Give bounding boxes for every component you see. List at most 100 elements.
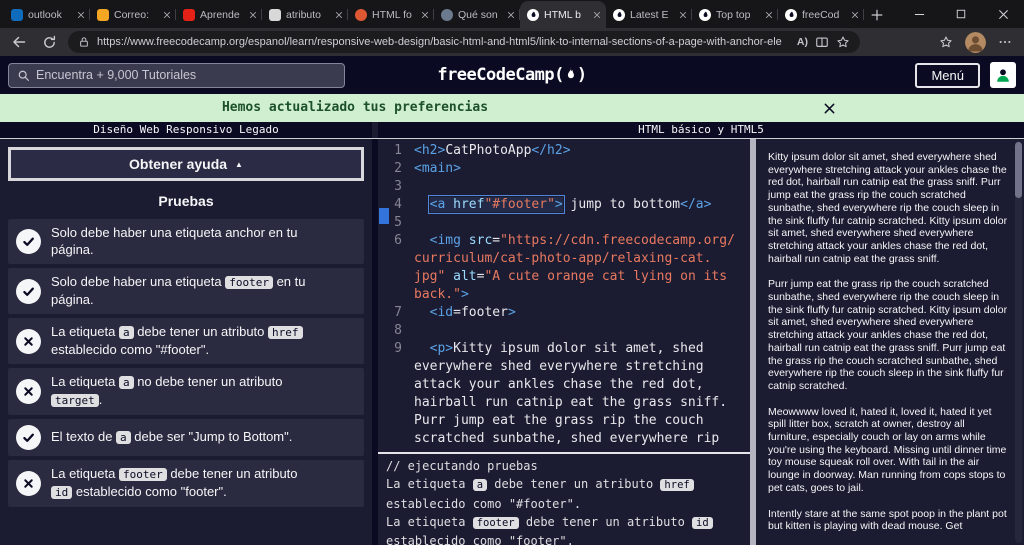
fcc-logo-text: freeCodeCamp <box>437 65 555 85</box>
browser-tab[interactable]: Latest E <box>606 1 692 28</box>
browser-tab[interactable]: HTML b <box>520 1 606 28</box>
browser-tab[interactable]: Aprende <box>176 1 262 28</box>
preview-scrollbar[interactable] <box>1015 141 1022 543</box>
console-message: La etiqueta footer debe tener un atribut… <box>386 513 742 545</box>
tab-close-icon[interactable] <box>249 11 257 19</box>
tab-close-icon[interactable] <box>593 11 601 19</box>
sign-in-button[interactable] <box>990 62 1016 88</box>
test-description: La etiqueta a no debe tener un atributo … <box>51 374 283 407</box>
menu-button[interactable]: Menú <box>915 62 980 88</box>
tab-title: Latest E <box>630 8 669 21</box>
code-editor-panel: 1 <h2>CatPhotoApp</h2> 2 <main> 3 4 <a href"#… <box>378 139 750 545</box>
tab-strip: outlook Correo: Aprende atributo HTML fo Qué … <box>4 0 864 28</box>
console-message: La etiqueta a debe tener un atributo hre… <box>386 475 742 513</box>
nav-right-actions <box>939 31 1016 53</box>
browser-tab[interactable]: Top top <box>692 1 778 28</box>
test-result-item: La etiqueta a no debe tener un atributo … <box>8 368 364 415</box>
close-window-button[interactable] <box>982 0 1024 28</box>
user-icon <box>997 69 1009 82</box>
tab-title: Correo: <box>114 8 150 21</box>
line-number: 2 <box>394 161 402 176</box>
line-number <box>378 268 414 286</box>
tab-close-icon[interactable] <box>421 11 429 19</box>
browser-menu-icon[interactable] <box>998 35 1012 49</box>
line-number <box>378 376 414 394</box>
test-description: Solo debe haber una etiqueta anchor en t… <box>51 225 298 257</box>
preview-scrollbar-thumb[interactable] <box>1015 142 1022 198</box>
search-input[interactable] <box>36 68 336 82</box>
line-number: 8 <box>394 323 402 338</box>
test-result-item: La etiqueta footer debe tener un atribut… <box>8 460 364 507</box>
freecodecamp-favicon <box>699 8 711 21</box>
read-aloud-icon[interactable]: A) <box>797 36 808 48</box>
address-bar[interactable]: https://www.freecodecamp.org/espanol/lea… <box>68 31 860 53</box>
video-favicon <box>183 8 195 21</box>
tab-close-icon[interactable] <box>679 11 687 19</box>
add-favorite-star-icon[interactable] <box>836 35 850 49</box>
inline-code: target <box>51 393 99 407</box>
tab-title: Top top <box>716 8 751 21</box>
tab-close-icon[interactable] <box>77 11 85 19</box>
minimize-button[interactable] <box>898 0 940 28</box>
refresh-button[interactable] <box>38 31 60 53</box>
tab-title: Qué son <box>458 8 498 21</box>
code-line: 3 <box>378 178 750 196</box>
line-number <box>378 250 414 268</box>
inline-code: href <box>268 326 303 339</box>
console-message: // ejecutando pruebas <box>386 459 538 473</box>
browser-tab[interactable]: Qué son <box>434 1 520 28</box>
profile-avatar[interactable] <box>965 31 986 53</box>
minimize-icon <box>914 13 924 15</box>
search-icon <box>18 70 29 81</box>
tab-close-icon[interactable] <box>851 11 859 19</box>
code-line: curriculum/cat-photo-app/relaxing-cat. <box>378 250 750 268</box>
search-box <box>8 62 345 88</box>
inline-code: a <box>118 326 134 339</box>
tab-close-icon[interactable] <box>163 11 171 19</box>
tab-title: HTML fo <box>372 8 412 21</box>
browser-tab[interactable]: outlook <box>4 1 90 28</box>
tab-close-icon[interactable] <box>765 11 773 19</box>
get-help-label: Obtener ayuda <box>129 156 228 172</box>
url-text: https://www.freecodecamp.org/espanol/lea… <box>97 36 782 48</box>
preview-paragraph: Purr jump eat the grass rip the couch sc… <box>768 278 1008 392</box>
tab-title: atributo <box>286 8 322 21</box>
favorites-icon[interactable] <box>939 35 953 49</box>
new-tab-button[interactable] <box>864 2 890 28</box>
line-number <box>378 430 414 448</box>
back-button[interactable] <box>8 31 30 53</box>
refresh-icon <box>43 35 55 48</box>
test-result-item: Solo debe haber una etiqueta anchor en t… <box>8 219 364 264</box>
browser-tab-bar: outlook Correo: Aprende atributo HTML fo Qué … <box>0 0 1024 28</box>
inline-code: footer <box>118 468 167 481</box>
preview-paragraph: Intently stare at the same spot poop in … <box>768 507 1007 533</box>
tab-title: HTML b <box>544 8 581 21</box>
tab-close-icon[interactable] <box>507 11 515 19</box>
browser-tab[interactable]: freeCod <box>778 1 864 28</box>
preview-paragraph: Meowwww loved it, hated it, loved it, ha… <box>768 405 1007 494</box>
breadcrumb-course[interactable]: Diseño Web Responsivo Legado <box>0 122 372 138</box>
code-line: 9 <p>Kitty ipsum dolor sit amet, shed <box>378 340 750 358</box>
get-help-button[interactable]: Obtener ayuda ▲ <box>8 147 364 181</box>
breadcrumb: Diseño Web Responsivo Legado HTML básico… <box>0 122 1024 139</box>
line-number: 1 <box>394 143 402 158</box>
code-editor[interactable]: 1 <h2>CatPhotoApp</h2> 2 <main> 3 4 <a href"#… <box>378 139 750 452</box>
inline-code: a <box>118 376 134 389</box>
browser-tab[interactable]: Correo: <box>90 1 176 28</box>
split-screen-icon[interactable] <box>815 35 829 49</box>
flash-banner: Hemos actualizado tus preferencias <box>0 94 1024 122</box>
duckduckgo-favicon <box>355 8 367 21</box>
inline-code: id <box>692 516 713 529</box>
fcc-logo[interactable]: freeCodeCamp() <box>437 65 587 85</box>
inline-code: a <box>472 479 488 492</box>
test-description: El texto de a debe ser "Jump to Bottom". <box>51 428 293 444</box>
tab-close-icon[interactable] <box>335 11 343 19</box>
test-result-item: El texto de a debe ser "Jump to Bottom". <box>8 419 364 456</box>
logo-paren-open: ( <box>554 65 564 85</box>
flash-close-button[interactable] <box>820 99 838 117</box>
plus-icon <box>871 9 883 21</box>
browser-tab[interactable]: atributo <box>262 1 348 28</box>
page-favicon <box>269 8 281 21</box>
maximize-button[interactable] <box>940 0 982 28</box>
browser-tab[interactable]: HTML fo <box>348 1 434 28</box>
